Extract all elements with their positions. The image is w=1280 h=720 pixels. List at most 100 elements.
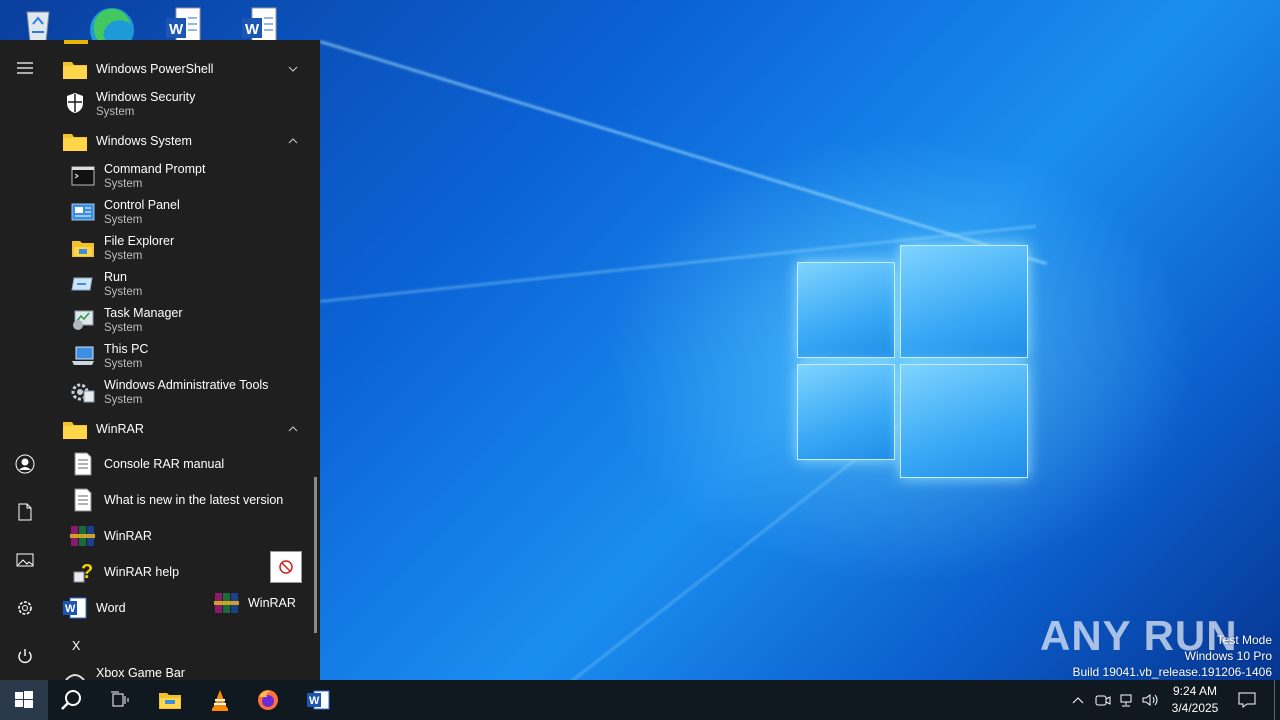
app-task-manager[interactable]: Task Manager System (50, 302, 312, 338)
item-label: Windows Security (96, 90, 196, 104)
app-xbox-game-bar[interactable]: Xbox Game Bar (50, 662, 312, 680)
app-whats-new[interactable]: What is new in the latest version (50, 484, 312, 516)
watermark-line: Windows 10 Pro (1184, 649, 1272, 663)
item-sublabel: System (104, 286, 143, 298)
item-label: Windows PowerShell (96, 62, 214, 76)
app-windows-administrative-tools[interactable]: Windows Administrative Tools System (50, 374, 312, 410)
item-label: Word (96, 601, 126, 615)
start-rail (0, 40, 50, 680)
taskbar: W 9:24 AM 3/4/2025 (0, 680, 1280, 720)
command-prompt-icon (70, 163, 96, 189)
item-label: Control Panel (104, 198, 180, 212)
svg-text:W: W (65, 603, 76, 615)
item-label: Xbox Game Bar (96, 666, 185, 680)
item-sublabel: System (104, 250, 143, 262)
svg-text:?: ? (81, 561, 93, 583)
item-label: What is new in the latest version (104, 493, 284, 507)
app-windows-security[interactable]: Windows Security System (50, 86, 312, 122)
file-explorer-icon (70, 235, 96, 261)
letter-header-x[interactable]: X (50, 634, 312, 660)
item-label: File Explorer (104, 234, 175, 248)
folder-winrar[interactable]: WinRAR (50, 414, 312, 444)
vlc-icon[interactable] (196, 680, 244, 720)
app-console-rar-manual[interactable]: Console RAR manual (50, 448, 312, 480)
app-file-explorer[interactable]: File Explorer System (50, 230, 312, 266)
word-icon: W (62, 595, 88, 621)
shield-icon (62, 90, 88, 116)
windows-start-icon[interactable] (0, 680, 48, 720)
volume-icon[interactable] (1140, 680, 1162, 720)
meet-now-icon[interactable] (1092, 680, 1114, 720)
search-icon[interactable] (48, 680, 96, 720)
chevron-up-icon (288, 138, 298, 144)
text-document-icon (70, 487, 96, 513)
light-beam (319, 40, 1048, 266)
network-icon[interactable] (1116, 680, 1138, 720)
app-control-panel[interactable]: Control Panel System (50, 194, 312, 230)
svg-text:W: W (169, 21, 184, 38)
folder-windows-system[interactable]: Windows System (50, 126, 312, 156)
document-icon[interactable] (0, 488, 50, 536)
drag-ghost-label: WinRAR (248, 596, 296, 610)
task-view-icon[interactable] (96, 680, 144, 720)
xbox-icon (62, 664, 88, 680)
svg-text:W: W (245, 21, 260, 38)
file-explorer-icon[interactable] (146, 680, 194, 720)
edge-icon[interactable] (88, 4, 134, 52)
drag-ghost-winrar: WinRAR (214, 588, 304, 618)
chevron-up-icon (288, 426, 298, 432)
test-mode-watermark: Test Mode Windows 10 Pro Build 19041.vb_… (1073, 632, 1273, 680)
item-label: Windows System (96, 134, 192, 148)
folder-icon (64, 40, 88, 44)
pictures-icon[interactable] (0, 536, 50, 584)
user-icon[interactable] (0, 440, 50, 488)
item-label: Command Prompt (104, 162, 206, 176)
svg-text:W: W (309, 695, 320, 707)
word-doc-icon[interactable]: W (240, 4, 280, 44)
power-icon[interactable] (0, 632, 50, 680)
item-sublabel: System (104, 214, 143, 226)
winrar-icon (214, 593, 239, 613)
run-icon (70, 271, 96, 297)
admin-tools-icon (70, 379, 96, 405)
settings-icon[interactable] (0, 584, 50, 632)
item-label: WinRAR (104, 529, 152, 543)
folder-icon (62, 128, 88, 154)
scrollbar[interactable] (314, 477, 317, 633)
show-desktop-divider[interactable] (1274, 680, 1275, 720)
firefox-icon[interactable] (244, 680, 292, 720)
item-label: WinRAR (96, 422, 144, 436)
show-hidden-icons-chevron-icon[interactable] (1068, 680, 1088, 720)
clock-date: 3/4/2025 (1171, 701, 1219, 715)
item-sublabel: System (104, 178, 143, 190)
item-label: Console RAR manual (104, 457, 225, 471)
this-pc-icon (70, 343, 96, 369)
item-label: Run (104, 270, 127, 284)
folder-windows-powershell[interactable]: Windows PowerShell (50, 54, 312, 84)
item-label: Task Manager (104, 306, 183, 320)
app-command-prompt[interactable]: Command Prompt System (50, 158, 312, 194)
hamburger-icon[interactable] (0, 44, 50, 92)
help-icon: ? (70, 559, 96, 585)
recycle-bin-icon[interactable] (18, 4, 58, 44)
app-winrar[interactable]: WinRAR (50, 520, 312, 552)
no-drop-icon (270, 551, 302, 583)
start-menu: Windows PowerShell Windows Security Syst… (0, 40, 320, 680)
chevron-down-icon (288, 66, 298, 72)
app-list: Windows PowerShell Windows Security Syst… (50, 40, 320, 680)
control-panel-icon (70, 199, 96, 225)
app-this-pc[interactable]: This PC System (50, 338, 312, 374)
notifications-icon[interactable] (1232, 680, 1262, 720)
folder-icon (62, 416, 88, 442)
watermark-line: Build 19041.vb_release.191206-1406 (1072, 665, 1273, 679)
app-run[interactable]: Run System (50, 266, 312, 302)
winrar-icon (70, 523, 96, 549)
word-doc-icon[interactable]: W (164, 4, 204, 44)
item-sublabel: System (96, 106, 135, 118)
item-label: This PC (104, 342, 149, 356)
windows-logo (795, 240, 1030, 480)
clock[interactable]: 9:24 AM 3/4/2025 (1164, 683, 1226, 717)
item-label: X (72, 639, 81, 653)
item-sublabel: System (104, 322, 143, 334)
word-icon[interactable]: W (294, 680, 342, 720)
